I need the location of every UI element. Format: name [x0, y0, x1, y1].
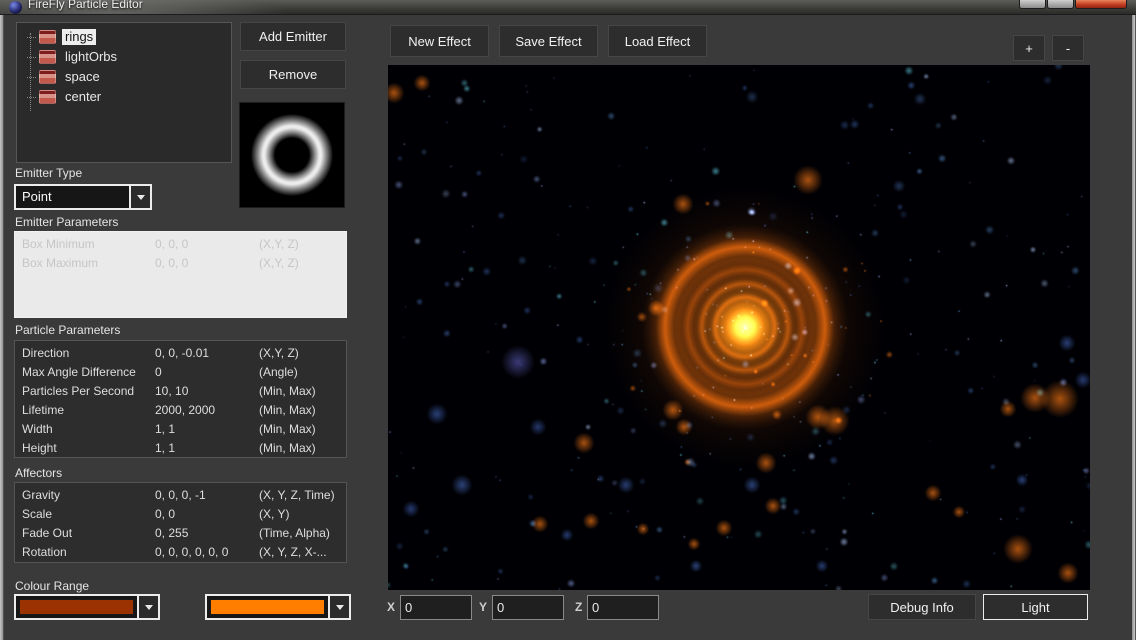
tree-guide [27, 37, 36, 38]
emitter-parameters-box: Box Minimum 0, 0, 0 (X,Y, Z) Box Maximum… [14, 231, 347, 318]
param-row: Box Maximum 0, 0, 0 (X,Y, Z) [15, 254, 346, 273]
zoom-out-button[interactable]: - [1052, 35, 1084, 61]
colour-start-select[interactable] [14, 594, 160, 620]
emitter-item-rings[interactable]: rings [27, 27, 231, 47]
minimize-button[interactable] [1019, 0, 1046, 9]
colour-end-select[interactable] [205, 594, 351, 620]
emitter-thumbnail-icon [39, 30, 56, 44]
emitter-thumbnail-icon [39, 70, 56, 84]
emitter-type-label: Emitter Type [15, 166, 82, 180]
tree-guide [27, 77, 36, 78]
chevron-down-icon[interactable] [129, 186, 150, 208]
window-frame-right [1132, 15, 1136, 640]
emitter-parameters-label: Emitter Parameters [15, 215, 118, 229]
z-input[interactable] [587, 595, 659, 620]
emitter-type-value: Point [16, 186, 129, 208]
param-row[interactable]: Direction 0, 0, -0.01 (X,Y, Z) [15, 344, 346, 363]
y-input[interactable] [492, 595, 564, 620]
y-label: Y [479, 600, 487, 614]
affectors-label: Affectors [15, 466, 62, 480]
colour-start-swatch [19, 599, 134, 615]
window-title: FireFly Particle Editor [28, 0, 143, 11]
particle-texture-preview [239, 102, 345, 208]
x-input[interactable] [400, 595, 472, 620]
param-row[interactable]: Height 1, 1 (Min, Max) [15, 439, 346, 458]
close-button[interactable] [1075, 0, 1127, 9]
window-controls [1019, 0, 1127, 9]
remove-button[interactable]: Remove [240, 60, 346, 89]
colour-range-label: Colour Range [15, 579, 89, 593]
param-row[interactable]: Lifetime 2000, 2000 (Min, Max) [15, 401, 346, 420]
param-row[interactable]: Rotation 0, 0, 0, 0, 0, 0 (X, Y, Z, X-..… [15, 543, 346, 562]
emitter-list: rings lightOrbs space center [16, 22, 232, 163]
particle-parameters-label: Particle Parameters [15, 323, 120, 337]
window-frame-left [0, 15, 4, 640]
param-row[interactable]: Width 1, 1 (Min, Max) [15, 420, 346, 439]
load-effect-button[interactable]: Load Effect [608, 25, 707, 57]
save-effect-button[interactable]: Save Effect [499, 25, 598, 57]
param-row[interactable]: Particles Per Second 10, 10 (Min, Max) [15, 382, 346, 401]
chevron-down-icon[interactable] [328, 596, 349, 618]
debug-info-button[interactable]: Debug Info [868, 594, 976, 620]
emitter-thumbnail-icon [39, 90, 56, 104]
colour-end-swatch [210, 599, 325, 615]
app-icon [9, 1, 22, 14]
chevron-down-icon[interactable] [137, 596, 158, 618]
emitter-item-lightorbs[interactable]: lightOrbs [27, 47, 231, 67]
zoom-in-button[interactable]: + [1013, 35, 1045, 61]
z-label: Z [575, 600, 582, 614]
param-row: Box Minimum 0, 0, 0 (X,Y, Z) [15, 235, 346, 254]
light-button[interactable]: Light [983, 594, 1088, 620]
param-row[interactable]: Gravity 0, 0, 0, -1 (X, Y, Z, Time) [15, 486, 346, 505]
emitter-type-select[interactable]: Point [14, 184, 152, 210]
param-row[interactable]: Max Angle Difference 0 (Angle) [15, 363, 346, 382]
tree-guide [27, 97, 36, 98]
affectors-box: Gravity 0, 0, 0, -1 (X, Y, Z, Time) Scal… [14, 482, 347, 563]
emitter-thumbnail-icon [39, 50, 56, 64]
x-label: X [387, 600, 395, 614]
effect-viewport[interactable] [388, 65, 1090, 590]
param-row[interactable]: Fade Out 0, 255 (Time, Alpha) [15, 524, 346, 543]
particle-parameters-box: Direction 0, 0, -0.01 (X,Y, Z) Max Angle… [14, 340, 347, 458]
emitter-item-space[interactable]: space [27, 67, 231, 87]
add-emitter-button[interactable]: Add Emitter [240, 22, 346, 51]
emitter-item-center[interactable]: center [27, 87, 231, 107]
maximize-button[interactable] [1047, 0, 1074, 9]
tree-guide [27, 57, 36, 58]
new-effect-button[interactable]: New Effect [390, 25, 489, 57]
app-window: FireFly Particle Editor rings lightOrbs … [0, 0, 1136, 640]
param-row[interactable]: Scale 0, 0 (X, Y) [15, 505, 346, 524]
titlebar[interactable]: FireFly Particle Editor [0, 0, 1136, 15]
